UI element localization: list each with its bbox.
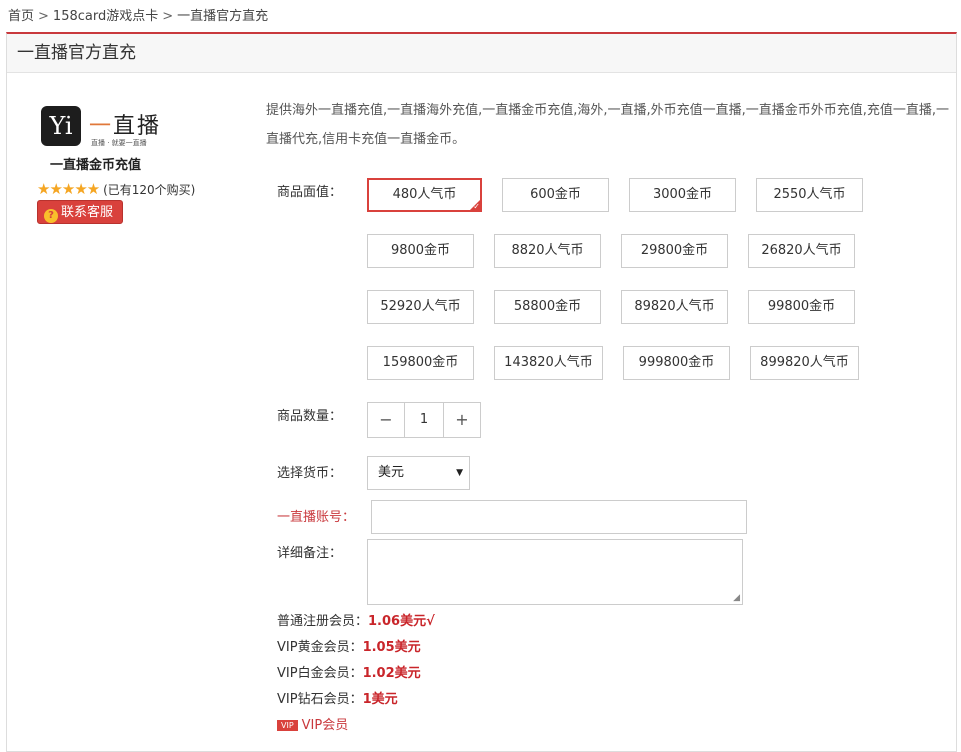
product-name: 一直播金币充值	[50, 158, 142, 173]
price-value: 1.06美元√	[368, 614, 435, 629]
chat-bubble-icon: ?	[44, 209, 58, 223]
vip-badge-icon: VIP	[277, 720, 298, 731]
denomination-option[interactable]: 8820人气币	[494, 234, 601, 268]
denomination-text: 29800金币	[640, 243, 709, 258]
denomination-text: 52920人气币	[380, 299, 461, 314]
logo-wordmark: 一直播	[89, 108, 161, 140]
minus-icon[interactable]: −	[368, 403, 404, 437]
denomination-text: 58800金币	[513, 299, 582, 314]
denomination-option[interactable]: 3000金币	[629, 178, 736, 212]
remark-textarea[interactable]: ◢	[367, 539, 743, 605]
denomination-text: 899820人气币	[760, 355, 849, 370]
breadcrumb-category[interactable]: 158card游戏点卡	[53, 9, 158, 24]
denomination-option[interactable]: 143820人气币	[494, 346, 603, 380]
denomination-option[interactable]: 480人气币 ✓	[367, 178, 482, 212]
account-input[interactable]	[371, 500, 747, 534]
currency-value: 美元	[378, 465, 405, 480]
denomination-option[interactable]: 899820人气币	[750, 346, 859, 380]
quantity-stepper: − 1 +	[367, 402, 481, 438]
denomination-option[interactable]: 26820人气币	[748, 234, 855, 268]
breadcrumb-separator: >	[162, 9, 174, 24]
denomination-option[interactable]: 52920人气币	[367, 290, 474, 324]
page-title: 一直播官方直充	[7, 34, 956, 73]
product-rating: ★★★★★ (已有120个购买)	[37, 180, 195, 198]
quantity-label: 商品数量：	[277, 409, 343, 424]
breadcrumb-separator: >	[38, 9, 49, 24]
denomination-option[interactable]: 29800金币	[621, 234, 728, 268]
currency-select[interactable]: 美元 ▼	[367, 456, 470, 490]
resize-grip-icon[interactable]: ◢	[733, 594, 740, 603]
product-description: 提供海外一直播充值,一直播海外充值,一直播金币充值,海外,一直播,外币充值一直播…	[266, 103, 950, 147]
diamond-member-price: VIP钻石会员：1美元	[277, 688, 398, 707]
denomination-text: 2550人气币	[773, 187, 846, 202]
star-rating-icon: ★★★★★	[37, 180, 100, 198]
currency-label: 选择货币：	[277, 466, 343, 481]
logo-wordmark-main: 直播	[113, 114, 162, 139]
denomination-option[interactable]: 89820人气币	[621, 290, 728, 324]
denomination-text: 3000金币	[652, 187, 713, 202]
gold-member-price: VIP黄金会员：1.05美元	[277, 636, 421, 655]
contact-service-label: 联系客服	[61, 205, 114, 220]
logo-wordmark-accent: 一	[89, 114, 114, 139]
denomination-text: 89820人气币	[634, 299, 715, 314]
purchase-count: (已有120个购买)	[103, 183, 196, 197]
quantity-input[interactable]: 1	[404, 403, 444, 437]
regular-member-price: 普通注册会员：1.06美元√	[277, 610, 435, 629]
vip-link-text[interactable]: VIP会员	[302, 718, 349, 733]
check-icon: ✓	[473, 202, 480, 211]
plus-icon[interactable]: +	[444, 403, 480, 437]
breadcrumb-home[interactable]: 首页	[8, 9, 34, 24]
account-label: 一直播账号：	[277, 510, 356, 525]
denomination-text: 99800金币	[767, 299, 836, 314]
denomination-option[interactable]: 999800金币	[623, 346, 730, 380]
denomination-text: 999800金币	[638, 355, 715, 370]
denomination-text: 159800金币	[382, 355, 459, 370]
denomination-label: 商品面值：	[277, 185, 343, 200]
denomination-option[interactable]: 58800金币	[494, 290, 601, 324]
price-label: VIP钻石会员：	[277, 692, 363, 707]
breadcrumb-current: 一直播官方直充	[177, 9, 269, 24]
denomination-text: 600金币	[530, 187, 581, 202]
denomination-text: 480人气币	[392, 187, 457, 202]
price-value: 1.02美元	[362, 666, 421, 681]
denomination-option[interactable]: 2550人气币	[756, 178, 863, 212]
denomination-option[interactable]: 9800金币	[367, 234, 474, 268]
breadcrumb: 首页 >158card游戏点卡 > 一直播官方直充	[8, 5, 268, 24]
denomination-text: 8820人气币	[511, 243, 584, 258]
dropdown-arrow-icon: ▼	[456, 468, 463, 478]
platinum-member-price: VIP白金会员：1.02美元	[277, 662, 421, 681]
denomination-text: 143820人气币	[504, 355, 593, 370]
remark-label: 详细备注：	[277, 546, 343, 561]
price-label: VIP白金会员：	[277, 666, 363, 681]
vip-member-link[interactable]: VIP VIP会员	[277, 714, 348, 733]
yi-logo-icon: Yi	[41, 106, 81, 146]
price-value: 1.05美元	[362, 640, 421, 655]
price-value: 1美元	[362, 692, 398, 707]
contact-service-button[interactable]: ? 联系客服	[37, 200, 123, 224]
logo-slogan: 直播 · 就要一直播	[91, 139, 147, 147]
denomination-option[interactable]: 159800金币	[367, 346, 474, 380]
price-label: VIP黄金会员：	[277, 640, 363, 655]
denomination-option[interactable]: 99800金币	[748, 290, 855, 324]
price-label: 普通注册会员：	[277, 614, 369, 629]
denomination-option[interactable]: 600金币	[502, 178, 609, 212]
denomination-text: 9800金币	[390, 243, 451, 258]
denomination-text: 26820人气币	[761, 243, 842, 258]
